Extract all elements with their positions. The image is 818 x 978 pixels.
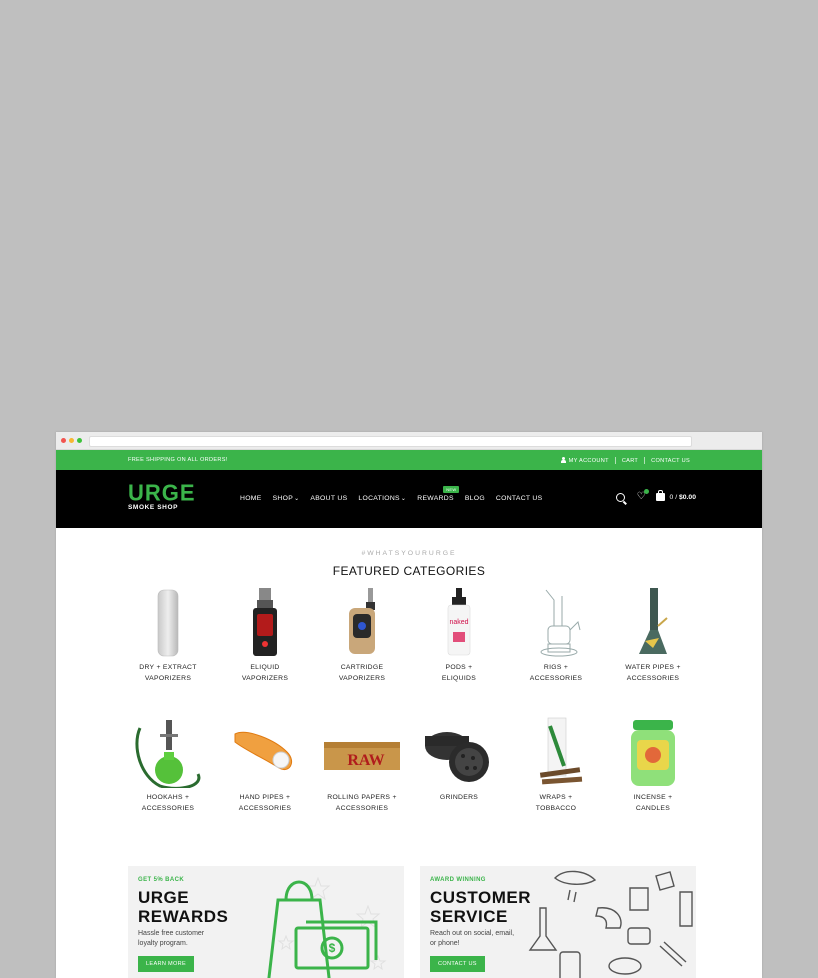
free-shipping-text: FREE SHIPPING ON ALL ORDERS! [128, 457, 228, 463]
close-window-icon[interactable] [61, 438, 66, 443]
category-hand-pipes-accessories[interactable]: HAND PIPES + ACCESSORIES [217, 716, 313, 814]
learn-more-button[interactable]: LEARN MORE [138, 956, 194, 972]
search-icon[interactable] [615, 492, 625, 502]
category-pods-eliquids[interactable]: naked PODS + ELIQUIDS [411, 586, 507, 684]
announcement-bar: FREE SHIPPING ON ALL ORDERS! MY ACCOUNT … [56, 450, 762, 470]
contact-us-button[interactable]: CONTACT US [430, 956, 485, 972]
wishlist-icon[interactable]: ♡ [637, 489, 649, 502]
address-bar[interactable] [89, 436, 692, 447]
category-rigs-accessories[interactable]: RIGS + ACCESSORIES [508, 586, 604, 684]
nav-rewards[interactable]: REWARDS NEW [417, 486, 460, 502]
category-eliquid-vaporizers[interactable]: ELIQUID VAPORIZERS [217, 586, 313, 684]
browser-window: FREE SHIPPING ON ALL ORDERS! MY ACCOUNT … [56, 432, 762, 978]
service-description: Reach out on social, email, or phone! [430, 930, 515, 947]
glass-rig-image [508, 586, 604, 658]
minimize-window-icon[interactable] [69, 438, 74, 443]
svg-text:$: $ [329, 941, 336, 955]
logo-main-text: URGE [128, 479, 196, 506]
grinder-image [411, 716, 507, 788]
service-eyebrow: AWARD WINNING [430, 877, 486, 883]
raw-brand-text: RAW [347, 752, 384, 769]
header-actions: ♡ 0 / $0.00 [615, 489, 696, 502]
category-cartridge-vaporizers[interactable]: CARTRIDGE VAPORIZERS [314, 586, 410, 684]
new-badge: NEW [443, 486, 460, 493]
my-account-link[interactable]: MY ACCOUNT [555, 457, 615, 464]
cart-total[interactable]: 0 / $0.00 [670, 494, 696, 501]
candle-jar-image [605, 716, 701, 788]
top-links: MY ACCOUNT CART CONTACT US [555, 457, 696, 464]
category-incense-candles[interactable]: INCENSE + CANDLES [605, 716, 701, 814]
customer-service-promo-card: AWARD WINNING CUSTOMER SERVICE Reach out … [420, 866, 696, 978]
rewards-promo-card: $ GET 5% BACK URGE REWARDS Hassle free cu… [128, 866, 404, 978]
category-dry-extract-vaporizers[interactable]: DRY + EXTRACT VAPORIZERS [120, 586, 216, 684]
service-heading: CUSTOMER SERVICE [430, 888, 531, 926]
nav-home[interactable]: HOME [240, 495, 262, 502]
nav-blog[interactable]: BLOG [465, 495, 485, 502]
site-header: URGE SMOKE SHOP HOME SHOP⌄ ABOUT US LOCA… [56, 470, 762, 528]
water-pipe-image [605, 586, 701, 658]
naked-label-text: naked [449, 619, 468, 626]
category-water-pipes-accessories[interactable]: WATER PIPES + ACCESSORIES [605, 586, 701, 684]
person-icon [560, 457, 566, 463]
featured-categories-title: FEATURED CATEGORIES [332, 564, 486, 578]
wraps-image [508, 716, 604, 788]
chevron-down-icon: ⌄ [400, 496, 407, 502]
category-grinders[interactable]: GRINDERS [411, 716, 507, 803]
contact-us-top-link[interactable]: CONTACT US [645, 458, 696, 464]
category-hookahs-accessories[interactable]: HOOKAHS + ACCESSORIES [120, 716, 216, 814]
cartridge-vaporizer-image [314, 586, 410, 658]
wishlist-count-badge [643, 489, 649, 494]
nav-contact-us[interactable]: CONTACT US [496, 495, 543, 502]
category-wraps-tobbacco[interactable]: WRAPS + TOBBACCO [508, 716, 604, 814]
nav-about-us[interactable]: ABOUT US [310, 495, 347, 502]
cart-link[interactable]: CART [616, 458, 644, 464]
chevron-down-icon: ⌄ [294, 496, 300, 502]
hashtag-text: #WHATSYOURURGE [361, 550, 457, 557]
rewards-heading: URGE REWARDS [138, 888, 229, 926]
nav-locations[interactable]: LOCATIONS⌄ [358, 495, 406, 502]
hand-pipe-image [217, 716, 313, 788]
shopping-bag-icon[interactable] [655, 490, 665, 501]
dry-vaporizer-image [120, 586, 216, 658]
maximize-window-icon[interactable] [77, 438, 82, 443]
site-logo[interactable]: URGE SMOKE SHOP [128, 479, 196, 511]
eliquid-vaporizer-image [217, 586, 313, 658]
browser-chrome [56, 432, 762, 450]
rolling-papers-image: RAW [314, 716, 410, 788]
main-nav: HOME SHOP⌄ ABOUT US LOCATIONS⌄ REWARDS NE… [240, 486, 553, 502]
rewards-description: Hassle free customer loyalty program. [138, 930, 205, 947]
hookah-image [120, 716, 216, 790]
eliquid-bottle-image: naked [411, 586, 507, 658]
category-rolling-papers-accessories[interactable]: RAW ROLLING PAPERS + ACCESSORIES [314, 716, 410, 814]
nav-shop[interactable]: SHOP⌄ [273, 495, 300, 502]
rewards-eyebrow: GET 5% BACK [138, 877, 185, 883]
